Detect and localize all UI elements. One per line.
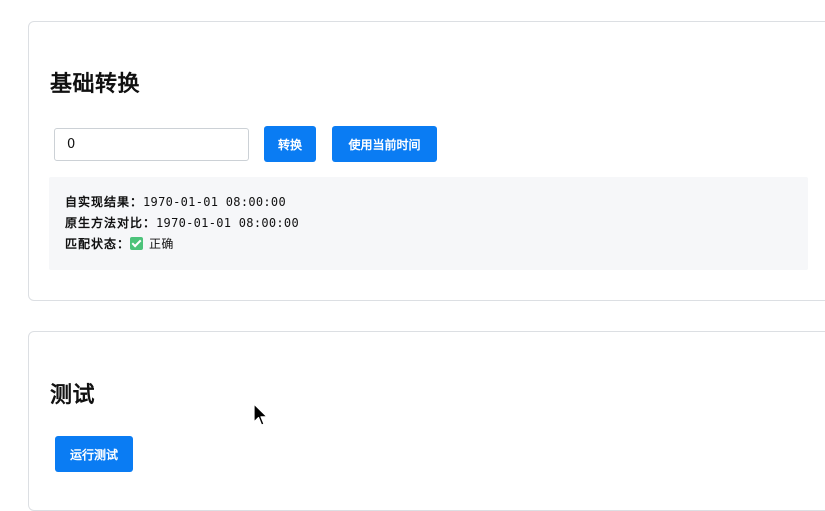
native-result-value: 1970-01-01 08:00:00 — [156, 216, 299, 230]
custom-result-row: 自实现结果：1970-01-01 08:00:00 — [65, 192, 808, 213]
basic-conversion-card: 基础转换 转换 使用当前时间 自实现结果：1970-01-01 08:00:00… — [28, 21, 825, 301]
native-result-label: 原生方法对比： — [65, 216, 157, 230]
timestamp-input[interactable] — [54, 128, 249, 161]
match-status-value: 正确 — [149, 237, 174, 251]
custom-result-label: 自实现结果： — [65, 195, 144, 209]
convert-button[interactable]: 转换 — [264, 126, 316, 162]
result-panel: 自实现结果：1970-01-01 08:00:00 原生方法对比：1970-01… — [49, 177, 808, 270]
check-icon — [130, 237, 144, 250]
test-card: 测试 运行测试 — [28, 331, 825, 511]
use-current-time-button[interactable]: 使用当前时间 — [332, 126, 437, 162]
mouse-cursor-icon — [253, 403, 268, 426]
test-title: 测试 — [50, 383, 96, 408]
run-tests-button[interactable]: 运行测试 — [55, 436, 133, 472]
match-status-row: 匹配状态： 正确 — [65, 234, 808, 255]
basic-conversion-title: 基础转换 — [50, 72, 141, 97]
custom-result-value: 1970-01-01 08:00:00 — [143, 195, 286, 209]
native-result-row: 原生方法对比：1970-01-01 08:00:00 — [65, 213, 808, 234]
match-status-label: 匹配状态： — [65, 237, 131, 251]
